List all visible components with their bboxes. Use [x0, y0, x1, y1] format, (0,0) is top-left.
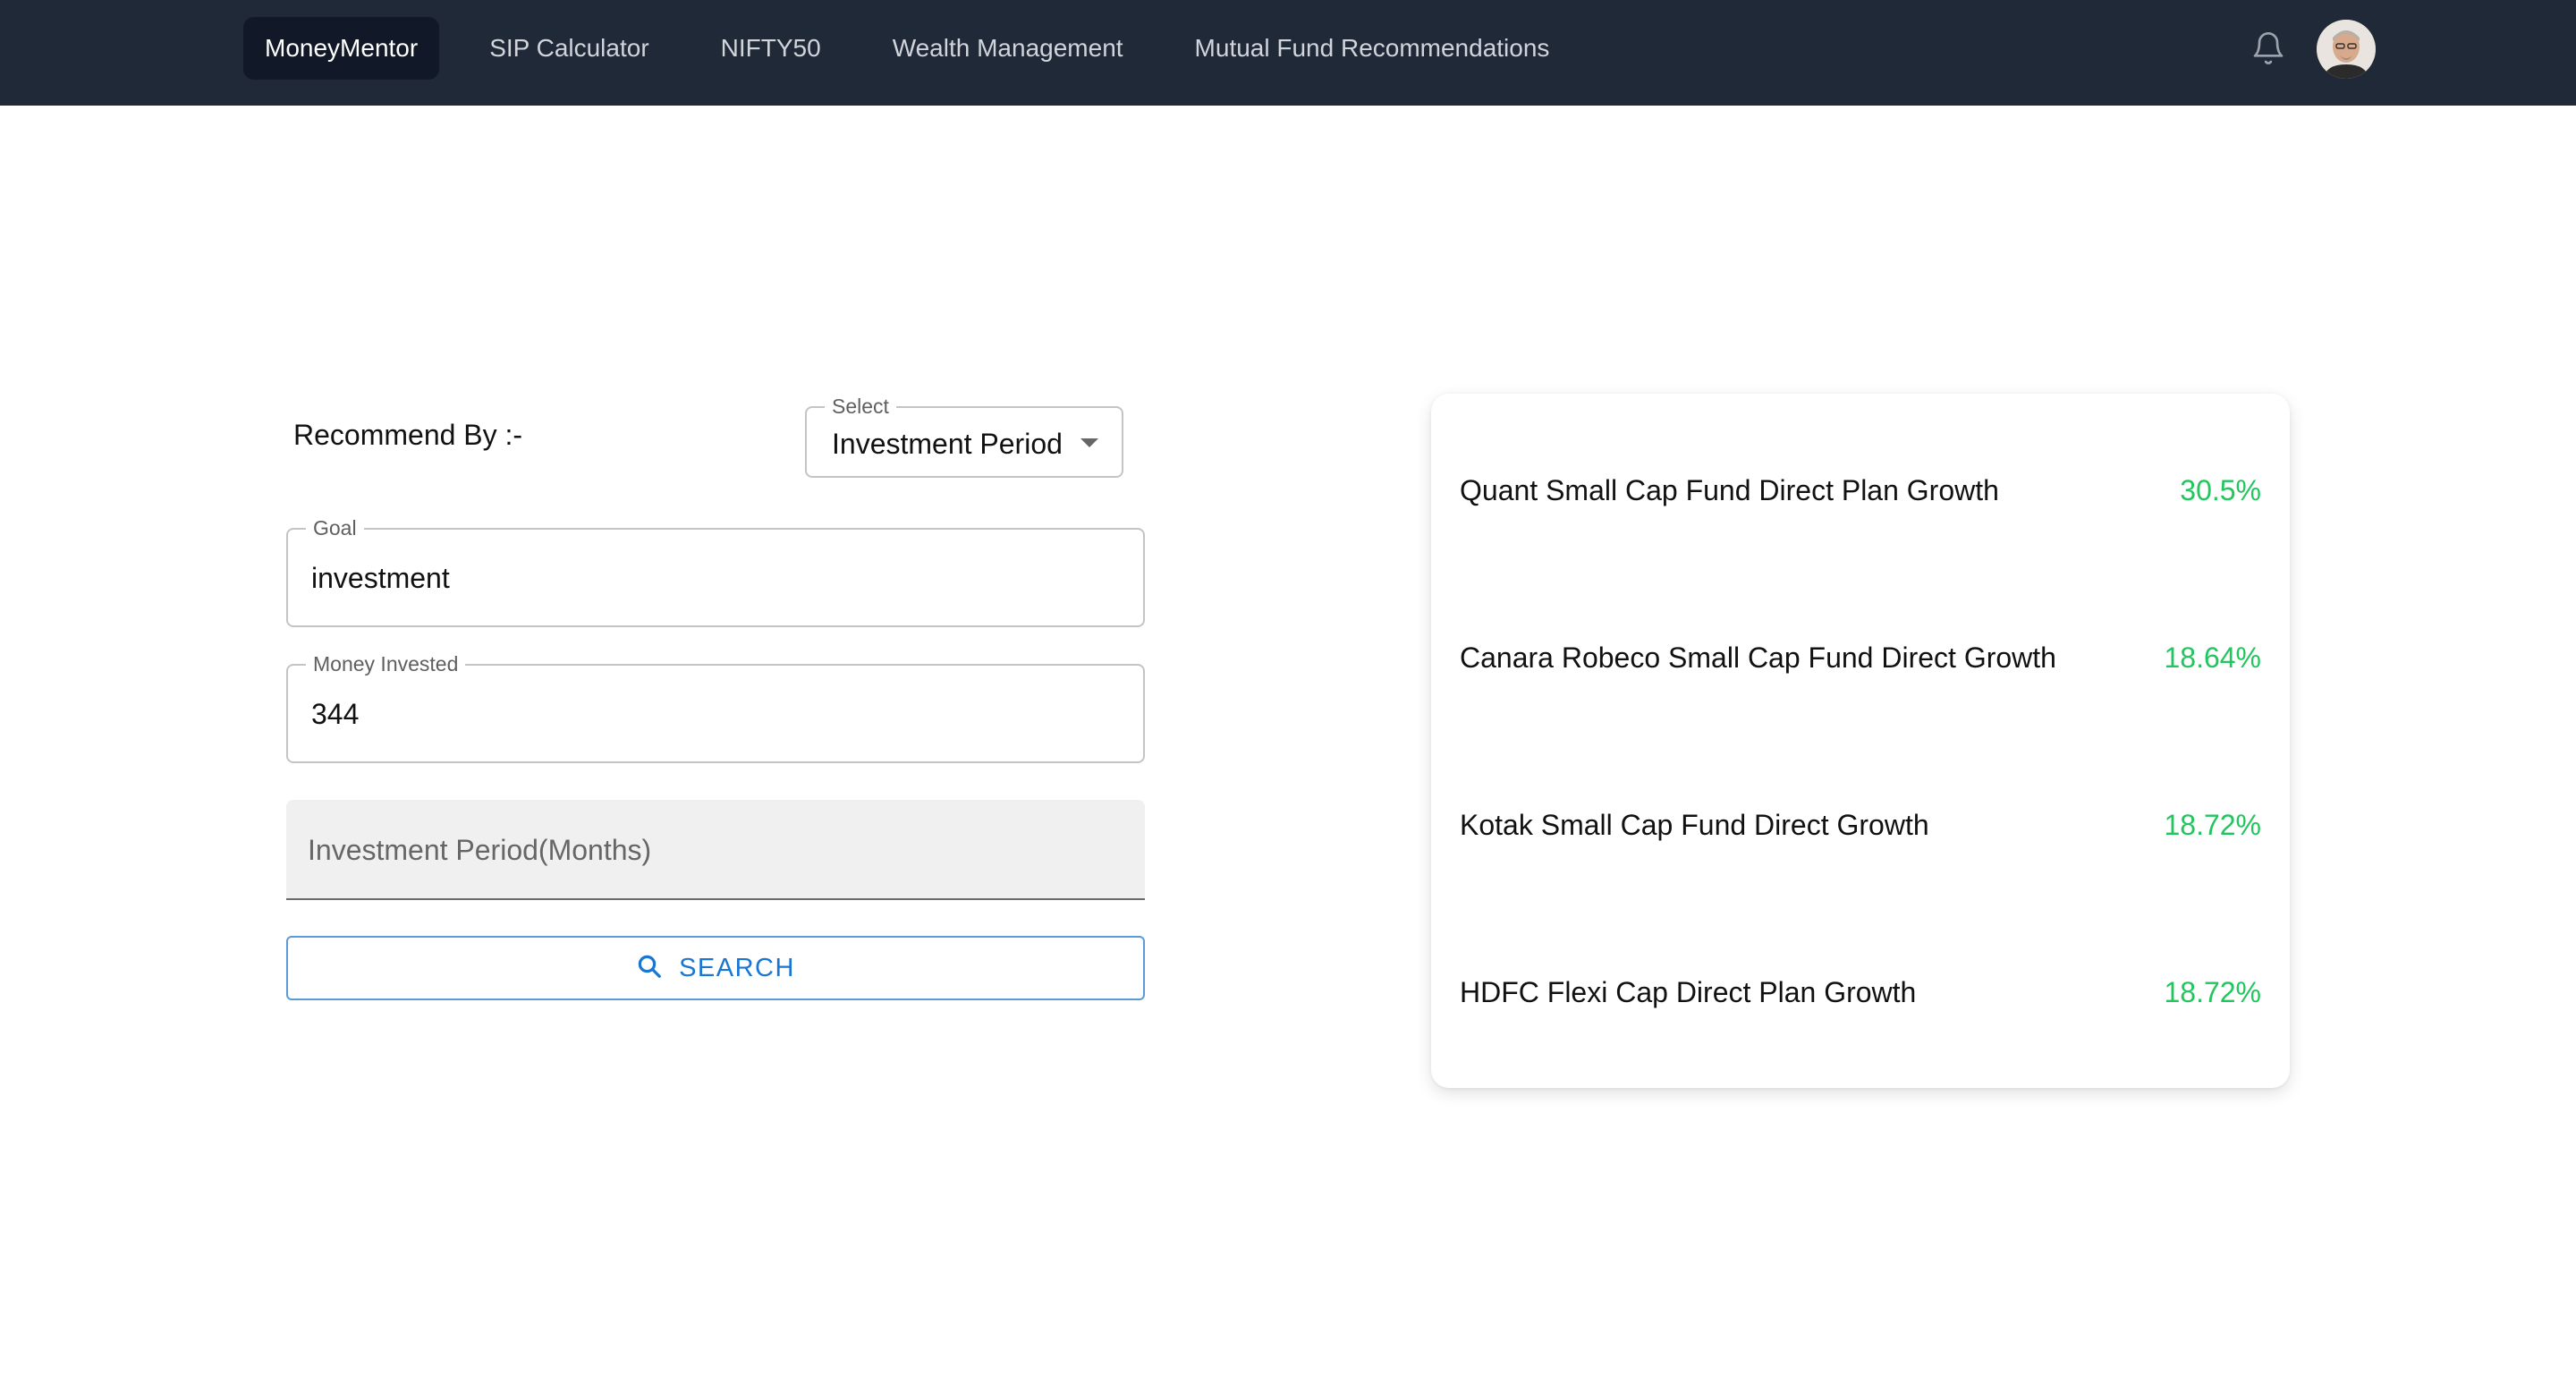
nav-item-sip-calculator[interactable]: SIP Calculator [468, 17, 670, 80]
fund-return: 18.72% [2164, 975, 2261, 1008]
fund-return: 30.5% [2180, 473, 2261, 506]
nav-item-nifty50[interactable]: NIFTY50 [699, 17, 843, 80]
goal-field[interactable]: Goal [286, 514, 1145, 627]
goal-input[interactable] [311, 562, 1116, 595]
search-button[interactable]: SEARCH [286, 936, 1145, 1000]
fund-name: Quant Small Cap Fund Direct Plan Growth [1460, 473, 1999, 506]
goal-label: Goal [306, 514, 364, 541]
recommendations-card: Quant Small Cap Fund Direct Plan Growth … [1431, 394, 2290, 1088]
money-invested-label: Money Invested [306, 650, 466, 677]
select-value: Investment Period [832, 428, 1063, 460]
nav-menu: MoneyMentor SIP Calculator NIFTY50 Wealt… [243, 17, 1599, 80]
fund-name: Kotak Small Cap Fund Direct Growth [1460, 808, 1929, 841]
search-icon [636, 953, 663, 984]
investment-period-placeholder: Investment Period(Months) [308, 834, 652, 866]
money-invested-field[interactable]: Money Invested [286, 650, 1145, 763]
fund-name: Canara Robeco Small Cap Fund Direct Grow… [1460, 641, 2056, 674]
money-invested-input[interactable] [311, 698, 1116, 731]
bell-icon[interactable] [2247, 27, 2290, 70]
list-item[interactable]: Quant Small Cap Fund Direct Plan Growth … [1460, 463, 2261, 517]
nav-item-moneymentor[interactable]: MoneyMentor [243, 17, 440, 80]
top-navbar: MoneyMentor SIP Calculator NIFTY50 Wealt… [0, 0, 2576, 106]
list-item[interactable]: HDFC Flexi Cap Direct Plan Growth 18.72% [1460, 965, 2261, 1019]
search-button-label: SEARCH [679, 953, 795, 982]
fund-name: HDFC Flexi Cap Direct Plan Growth [1460, 975, 1917, 1008]
select-label: Select [825, 393, 896, 420]
avatar[interactable] [2317, 20, 2376, 79]
recommend-by-select[interactable]: Select Investment Period [805, 393, 1123, 478]
nav-item-wealth-management[interactable]: Wealth Management [871, 17, 1145, 80]
list-item[interactable]: Canara Robeco Small Cap Fund Direct Grow… [1460, 631, 2261, 684]
fund-return: 18.72% [2164, 808, 2261, 841]
nav-item-mutual-fund-recommendations[interactable]: Mutual Fund Recommendations [1174, 17, 1572, 80]
fund-return: 18.64% [2164, 641, 2261, 674]
investment-period-field[interactable]: Investment Period(Months) [286, 800, 1145, 900]
list-item[interactable]: Kotak Small Cap Fund Direct Growth 18.72… [1460, 798, 2261, 852]
recommend-by-label: Recommend By :- [293, 419, 523, 451]
caret-down-icon [1080, 438, 1098, 447]
